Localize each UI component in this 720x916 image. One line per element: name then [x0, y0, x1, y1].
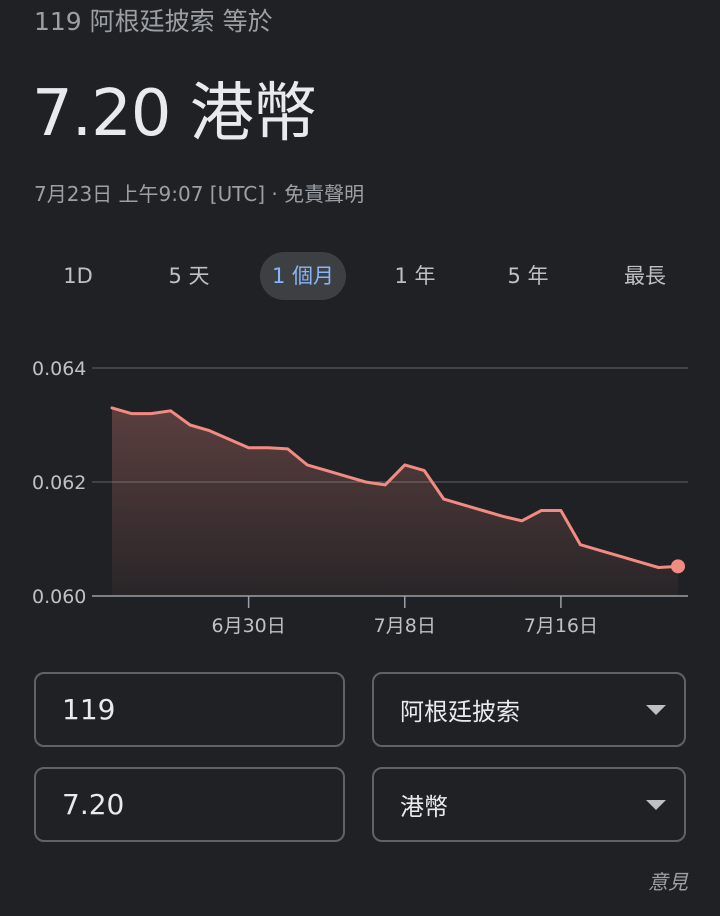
dropdown-arrow-icon [646, 705, 666, 715]
tab-1d[interactable]: 1D [52, 252, 104, 300]
dropdown-arrow-icon [646, 800, 666, 810]
tab-1-month[interactable]: 1 個月 [260, 252, 346, 300]
from-currency-select[interactable]: 阿根廷披索 [372, 672, 686, 747]
series-endpoint-marker [671, 559, 685, 574]
x-tick-label: 7月16日 [524, 615, 598, 637]
chart-svg: 0.060 0.062 0.064 6月30日 7月8日 7月16日 [32, 358, 688, 637]
y-tick-label: 0.060 [32, 586, 86, 608]
exchange-rate-chart[interactable]: 0.060 0.062 0.064 6月30日 7月8日 7月16日 [0, 340, 720, 650]
tab-5-years[interactable]: 5 年 [495, 252, 561, 300]
chart-area-fill [112, 407, 678, 596]
timestamp-disclaimer[interactable]: 7月23日 上午9:07 [UTC] · 免責聲明 [34, 178, 364, 207]
tab-max[interactable]: 最長 [612, 252, 678, 300]
to-amount-value: 7.20 [62, 788, 125, 821]
to-amount-input[interactable]: 7.20 [34, 767, 345, 842]
x-tick-label: 6月30日 [211, 615, 285, 637]
converted-value: 7.20 港幣 [32, 77, 317, 151]
x-tick-label: 7月8日 [374, 615, 436, 637]
from-currency-label: 阿根廷披索 [400, 698, 520, 726]
time-range-tabs: 1D 5 天 1 個月 1 年 5 年 最長 [20, 252, 700, 302]
from-amount-value: 119 [62, 693, 116, 726]
tab-5-days[interactable]: 5 天 [156, 252, 222, 300]
to-currency-label: 港幣 [400, 793, 448, 821]
feedback-link[interactable]: 意見 [648, 866, 688, 895]
from-amount-input[interactable]: 119 [34, 672, 345, 747]
y-tick-label: 0.064 [32, 358, 86, 380]
tab-1-year[interactable]: 1 年 [382, 252, 448, 300]
y-tick-label: 0.062 [32, 472, 86, 494]
to-currency-select[interactable]: 港幣 [372, 767, 686, 842]
conversion-subtitle: 119 阿根廷披索 等於 [34, 7, 273, 36]
